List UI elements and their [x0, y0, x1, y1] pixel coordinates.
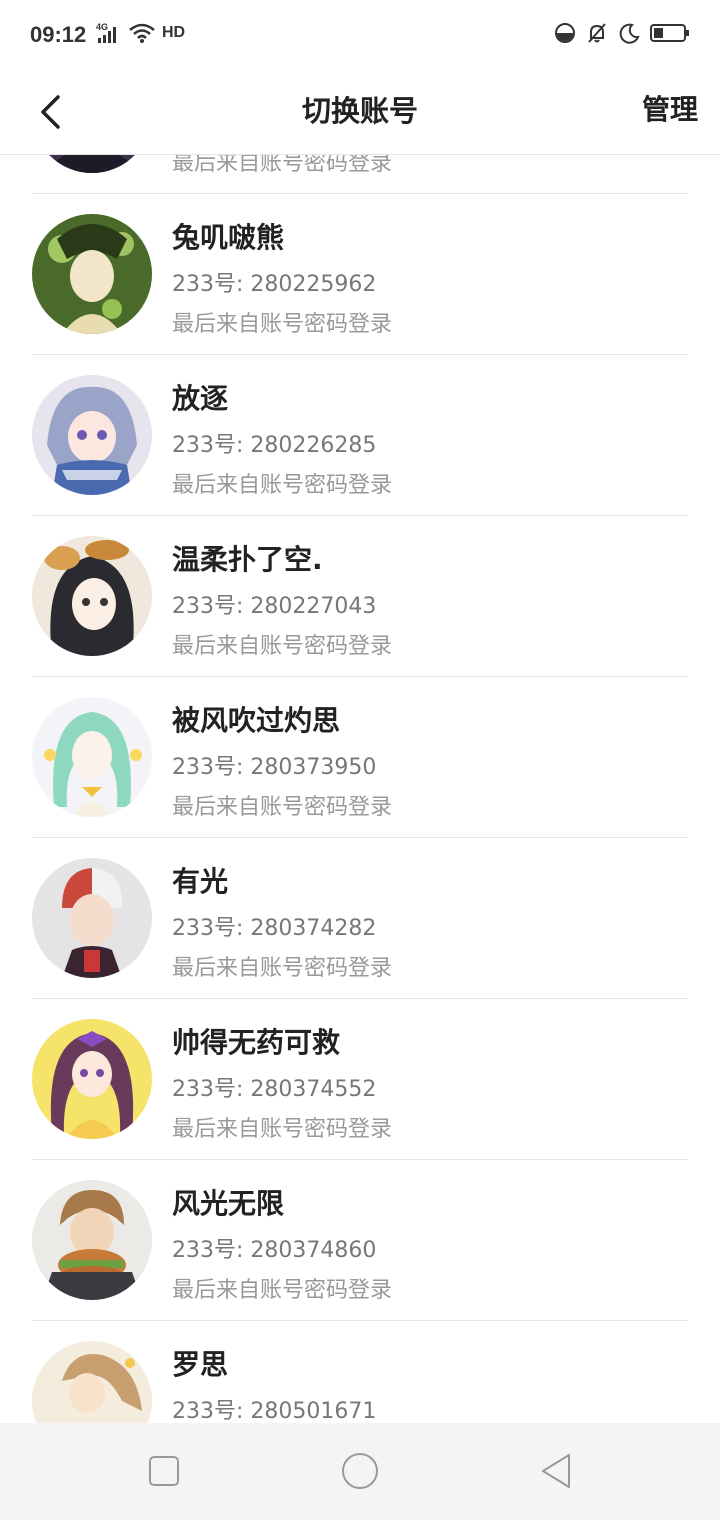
status-time: 09:12	[30, 22, 87, 47]
account-name: 罗思	[172, 1348, 229, 1381]
avatar	[32, 214, 152, 334]
status-bar: 09:12 4G HD	[0, 0, 720, 70]
network-label: 4G	[96, 22, 108, 32]
mute-bell-icon	[586, 22, 608, 44]
avatar	[32, 155, 152, 173]
account-login-source: 最后来自账号密码登录	[172, 1117, 393, 1142]
account-list-viewport[interactable]: 最后来自账号密码登录 兔叽啵熊 233号: 280225962 最后来自账号密码…	[0, 155, 720, 1423]
account-item[interactable]: 风光无限 233号: 280374860 最后来自账号密码登录	[32, 1160, 688, 1321]
wifi-icon	[128, 22, 156, 44]
account-name: 帅得无药可救	[172, 1026, 341, 1059]
avatar	[32, 1341, 152, 1423]
page-title: 切换账号	[301, 94, 418, 128]
home-icon	[342, 1453, 378, 1489]
back-triangle-icon	[542, 1454, 570, 1488]
account-id: 233号: 280226285	[172, 433, 377, 458]
account-list: 最后来自账号密码登录 兔叽啵熊 233号: 280225962 最后来自账号密码…	[0, 155, 720, 1423]
home-button[interactable]	[340, 1451, 380, 1491]
account-item[interactable]: 温柔扑了空. 233号: 280227043 最后来自账号密码登录	[32, 516, 688, 677]
account-name: 有光	[172, 865, 229, 898]
avatar	[32, 697, 152, 817]
recent-apps-button[interactable]	[144, 1451, 184, 1491]
avatar	[32, 1180, 152, 1300]
account-name: 被风吹过灼思	[172, 704, 341, 737]
status-left-icons: 4G HD	[96, 22, 185, 44]
account-login-source: 最后来自账号密码登录	[172, 795, 393, 820]
avatar	[32, 1019, 152, 1139]
account-id: 233号: 280227043	[172, 594, 377, 619]
account-login-source: 最后来自账号密码登录	[172, 634, 393, 659]
account-id: 233号: 280374860	[172, 1238, 377, 1263]
account-name: 风光无限	[172, 1187, 285, 1220]
avatar	[32, 858, 152, 978]
avatar	[32, 536, 152, 656]
avatar	[32, 375, 152, 495]
account-id: 233号: 280374282	[172, 916, 377, 941]
status-right-icons	[554, 22, 690, 44]
back-nav-button[interactable]	[536, 1451, 576, 1491]
account-name: 温柔扑了空.	[172, 543, 323, 576]
account-id: 233号: 280225962	[172, 272, 377, 297]
battery-icon	[650, 22, 690, 44]
account-id: 233号: 280373950	[172, 755, 377, 780]
recent-apps-icon	[149, 1456, 179, 1486]
header: 切换账号 管理	[0, 70, 720, 155]
account-login-source: 最后来自账号密码登录	[172, 312, 393, 337]
account-item[interactable]: 放逐 233号: 280226285 最后来自账号密码登录	[32, 355, 688, 516]
account-login-source: 最后来自账号密码登录	[172, 473, 393, 498]
account-item[interactable]: 兔叽啵熊 233号: 280225962 最后来自账号密码登录	[32, 194, 688, 355]
account-item[interactable]: 被风吹过灼思 233号: 280373950 最后来自账号密码登录	[32, 677, 688, 838]
account-login-source: 最后来自账号密码登录	[172, 956, 393, 981]
account-login-source: 最后来自账号密码登录	[172, 1278, 393, 1303]
navigation-bar	[0, 1423, 720, 1520]
account-id: 233号: 280501671	[172, 1399, 377, 1423]
do-not-disturb-icon	[554, 22, 576, 44]
account-name: 放逐	[172, 382, 229, 415]
hd-icon: HD	[162, 24, 186, 41]
account-item[interactable]: 最后来自账号密码登录	[32, 155, 688, 194]
moon-icon	[618, 22, 640, 44]
account-id: 233号: 280374552	[172, 1077, 377, 1102]
account-item[interactable]: 罗思 233号: 280501671	[32, 1321, 688, 1423]
account-login-source: 最后来自账号密码登录	[172, 155, 393, 176]
account-item[interactable]: 有光 233号: 280374282 最后来自账号密码登录	[32, 838, 688, 999]
account-item[interactable]: 帅得无药可救 233号: 280374552 最后来自账号密码登录	[32, 999, 688, 1160]
signal-icon: 4G	[96, 22, 122, 44]
account-name: 兔叽啵熊	[172, 221, 285, 254]
manage-button[interactable]: 管理	[642, 88, 698, 128]
